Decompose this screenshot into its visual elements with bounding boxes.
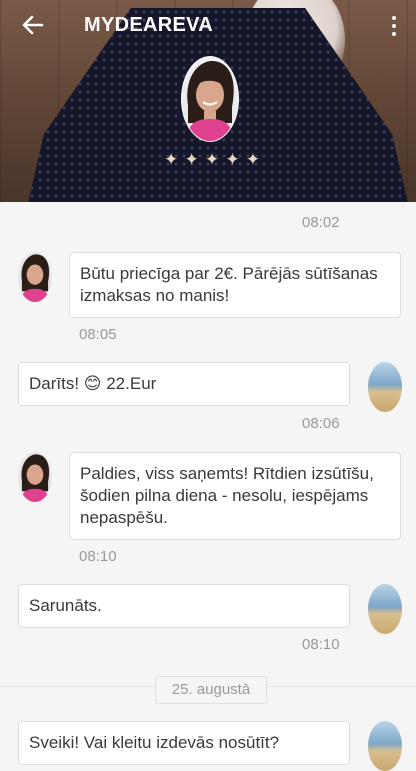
star-icon: ✦	[204, 150, 220, 169]
seller-avatar-small[interactable]	[18, 252, 52, 302]
message-timestamp: 08:06	[302, 415, 340, 432]
more-vertical-icon[interactable]	[384, 12, 404, 40]
my-avatar-small[interactable]	[368, 362, 402, 412]
my-avatar-small[interactable]	[368, 721, 402, 771]
profile-header: MYDEAREVA ✦ ✦ ✦ ✦ ✦	[0, 0, 416, 202]
message-timestamp: 08:10	[302, 636, 340, 653]
message-bubble[interactable]: Sarunāts.	[18, 584, 350, 628]
arrow-left-icon	[22, 15, 44, 35]
message-timestamp: 08:02	[302, 214, 340, 231]
person-photo	[186, 61, 234, 141]
star-icon: ✦	[164, 150, 179, 169]
page-title: MYDEAREVA	[84, 14, 214, 36]
seller-rating: ✦ ✦ ✦ ✦ ✦	[164, 150, 260, 170]
message-timestamp: 08:05	[79, 326, 117, 343]
message-bubble[interactable]: Sveiki! Vai kleitu izdevās nosūtīt?	[18, 721, 350, 765]
star-icon: ✦	[225, 150, 240, 169]
person-photo	[20, 254, 50, 302]
person-photo	[20, 454, 50, 502]
back-button[interactable]	[18, 10, 48, 40]
my-avatar-small[interactable]	[368, 584, 402, 634]
date-separator: 25. augustā	[155, 676, 267, 704]
chat-thread[interactable]: 08:02 Būtu priecīga par 2€. Pārējās sūtī…	[0, 202, 416, 771]
star-icon: ✦	[245, 150, 260, 169]
seller-avatar-small[interactable]	[18, 452, 52, 502]
seller-avatar[interactable]	[181, 56, 239, 142]
message-bubble[interactable]: Būtu priecīga par 2€. Pārējās sūtīšanas …	[69, 252, 401, 318]
message-bubble[interactable]: Darīts! 😊 22.Eur	[18, 362, 350, 406]
message-bubble[interactable]: Paldies, viss saņemts! Rītdien izsūtīšu,…	[69, 452, 401, 540]
star-icon: ✦	[184, 150, 199, 169]
message-timestamp: 08:10	[79, 548, 117, 565]
